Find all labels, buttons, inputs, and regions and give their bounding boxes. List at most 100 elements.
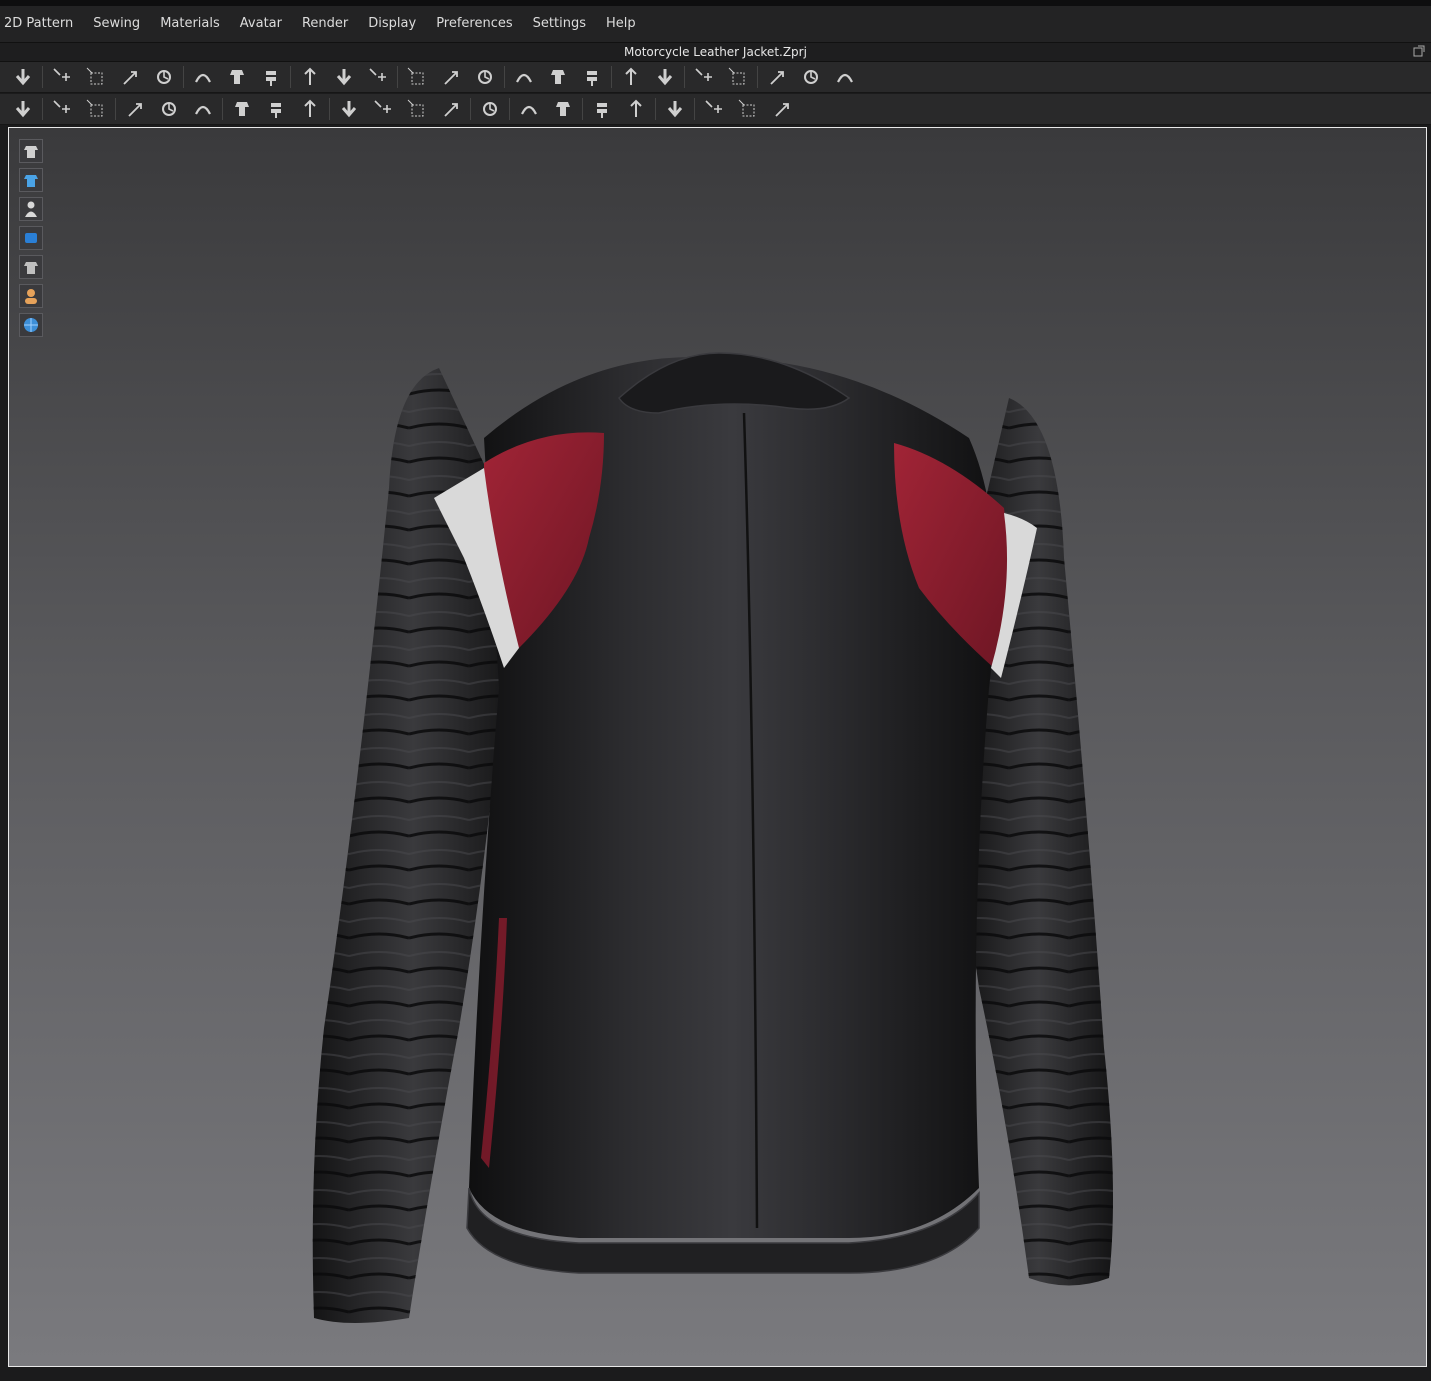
toolbar-separator: [290, 66, 291, 88]
measure-height-icon: [695, 68, 712, 81]
buttonhole-tool-button[interactable]: [402, 96, 432, 122]
button-add-icon: [341, 101, 357, 118]
wind-icon: [53, 100, 70, 113]
garment-pin-tool-button[interactable]: [363, 64, 393, 90]
menu-sewing[interactable]: Sewing: [83, 6, 150, 42]
piping-select-icon: [597, 103, 607, 118]
garment-fit-tool-button[interactable]: [699, 96, 729, 122]
texture-select-tool-button[interactable]: [227, 96, 257, 122]
select-box-tool-button[interactable]: [81, 64, 111, 90]
toolbar-3d-row-1: [0, 62, 1431, 93]
menu-help[interactable]: Help: [596, 6, 646, 42]
toolbar-separator: [222, 98, 223, 120]
hat-tool-button[interactable]: [767, 96, 797, 122]
maximize-icon[interactable]: [1413, 45, 1425, 57]
menu-materials[interactable]: Materials: [150, 6, 230, 42]
simulate-tool-button[interactable]: [8, 64, 38, 90]
select-move-tool-button[interactable]: [47, 64, 77, 90]
button-fasten-icon: [444, 103, 458, 117]
trim-line-icon: [162, 102, 176, 116]
toolbar-separator: [42, 98, 43, 120]
topstitch-select-tool-button[interactable]: [514, 96, 544, 122]
wind-tool-button[interactable]: [47, 96, 77, 122]
zipper-tool-button[interactable]: [475, 96, 505, 122]
menu-preferences[interactable]: Preferences: [426, 6, 522, 42]
toolbar-3d-row-2: [0, 94, 1431, 125]
avatar-shirt-icon: [407, 67, 424, 85]
show-garment-toggle[interactable]: [19, 139, 43, 163]
skin-avatar-icon: [25, 289, 37, 304]
strengthen-tool-button[interactable]: [81, 96, 111, 122]
button-icon: [374, 100, 391, 113]
piping-select-tool-button[interactable]: [587, 96, 617, 122]
layer-clone-icon: [625, 67, 637, 85]
button-fasten-tool-button[interactable]: [436, 96, 466, 122]
3d-viewport[interactable]: [8, 127, 1427, 1367]
measure-distance-tool-button[interactable]: [660, 96, 690, 122]
topstitch-tool-button[interactable]: [548, 96, 578, 122]
menu-settings[interactable]: Settings: [523, 6, 596, 42]
piping-tool-button[interactable]: [621, 96, 651, 122]
surface-toggle[interactable]: [19, 226, 43, 250]
texture-pattern-tool-button[interactable]: [295, 96, 325, 122]
topstitch-icon: [556, 102, 570, 116]
ruler-tool-button[interactable]: [830, 64, 860, 90]
menu-render[interactable]: Render: [292, 6, 358, 42]
toolbar-separator: [42, 66, 43, 88]
tape-curve-tool-button[interactable]: [762, 64, 792, 90]
measure-width-tool-button[interactable]: [723, 64, 753, 90]
tack-tool-button[interactable]: [329, 64, 359, 90]
viewport-side-toolbar: [19, 139, 47, 342]
menu-2d-pattern[interactable]: 2D Pattern: [0, 6, 83, 42]
fold-curve-tool-button[interactable]: [222, 64, 252, 90]
arrangement-point-tool-button[interactable]: [577, 64, 607, 90]
fold-3d-tool-button[interactable]: [188, 96, 218, 122]
pants-tool-button[interactable]: [436, 64, 466, 90]
avatar-pose-toggle[interactable]: [19, 197, 43, 221]
transform-tool-button[interactable]: [115, 64, 145, 90]
layer-clone-tool-button[interactable]: [616, 64, 646, 90]
tape-loop-tool-button[interactable]: [796, 64, 826, 90]
environment-globe-toggle[interactable]: [19, 313, 43, 337]
body-tool-button[interactable]: [470, 64, 500, 90]
puckering-tool-button[interactable]: [120, 96, 150, 122]
tape-curve-icon: [770, 71, 784, 85]
trim-line-tool-button[interactable]: [154, 96, 184, 122]
texture-scale-tool-button[interactable]: [261, 96, 291, 122]
toolbar-separator: [655, 98, 656, 120]
arrangement-down-icon: [551, 70, 565, 84]
edit-point-tool-button[interactable]: [149, 64, 179, 90]
arrangement-up-tool-button[interactable]: [509, 64, 539, 90]
arrangement-down-tool-button[interactable]: [543, 64, 573, 90]
fabric-toggle[interactable]: [19, 255, 43, 279]
arrangement-point-icon: [587, 71, 597, 86]
measure-height-tool-button[interactable]: [689, 64, 719, 90]
strengthen-icon: [86, 99, 103, 117]
measure-distance-icon: [667, 101, 683, 118]
select-move-icon: [53, 68, 70, 81]
skin-avatar-toggle[interactable]: [19, 284, 43, 308]
menu-avatar[interactable]: Avatar: [230, 6, 292, 42]
ruler-icon: [837, 73, 853, 83]
fold-3d-icon: [195, 105, 211, 115]
pin-needle-tool-button[interactable]: [295, 64, 325, 90]
walk-motion-tool-button[interactable]: [8, 96, 38, 122]
button-tool-button[interactable]: [368, 96, 398, 122]
environment-globe-icon: [24, 318, 38, 332]
button-add-tool-button[interactable]: [334, 96, 364, 122]
fold-reset-tool-button[interactable]: [256, 64, 286, 90]
avatar-shirt-tool-button[interactable]: [402, 64, 432, 90]
tack-icon: [336, 69, 352, 86]
show-avatar-toggle[interactable]: [19, 168, 43, 192]
select-box-icon: [86, 67, 103, 85]
menu-display[interactable]: Display: [358, 6, 426, 42]
layer-stack-tool-button[interactable]: [650, 64, 680, 90]
garment-shirt-tool-button[interactable]: [733, 96, 763, 122]
buttonhole-icon: [407, 99, 424, 117]
toolbar-separator: [397, 66, 398, 88]
zipper-icon: [483, 102, 497, 116]
bottom-border: [0, 1368, 1431, 1381]
fold-arrange-tool-button[interactable]: [188, 64, 218, 90]
garment-pin-icon: [369, 68, 386, 81]
texture-pattern-icon: [304, 99, 316, 117]
